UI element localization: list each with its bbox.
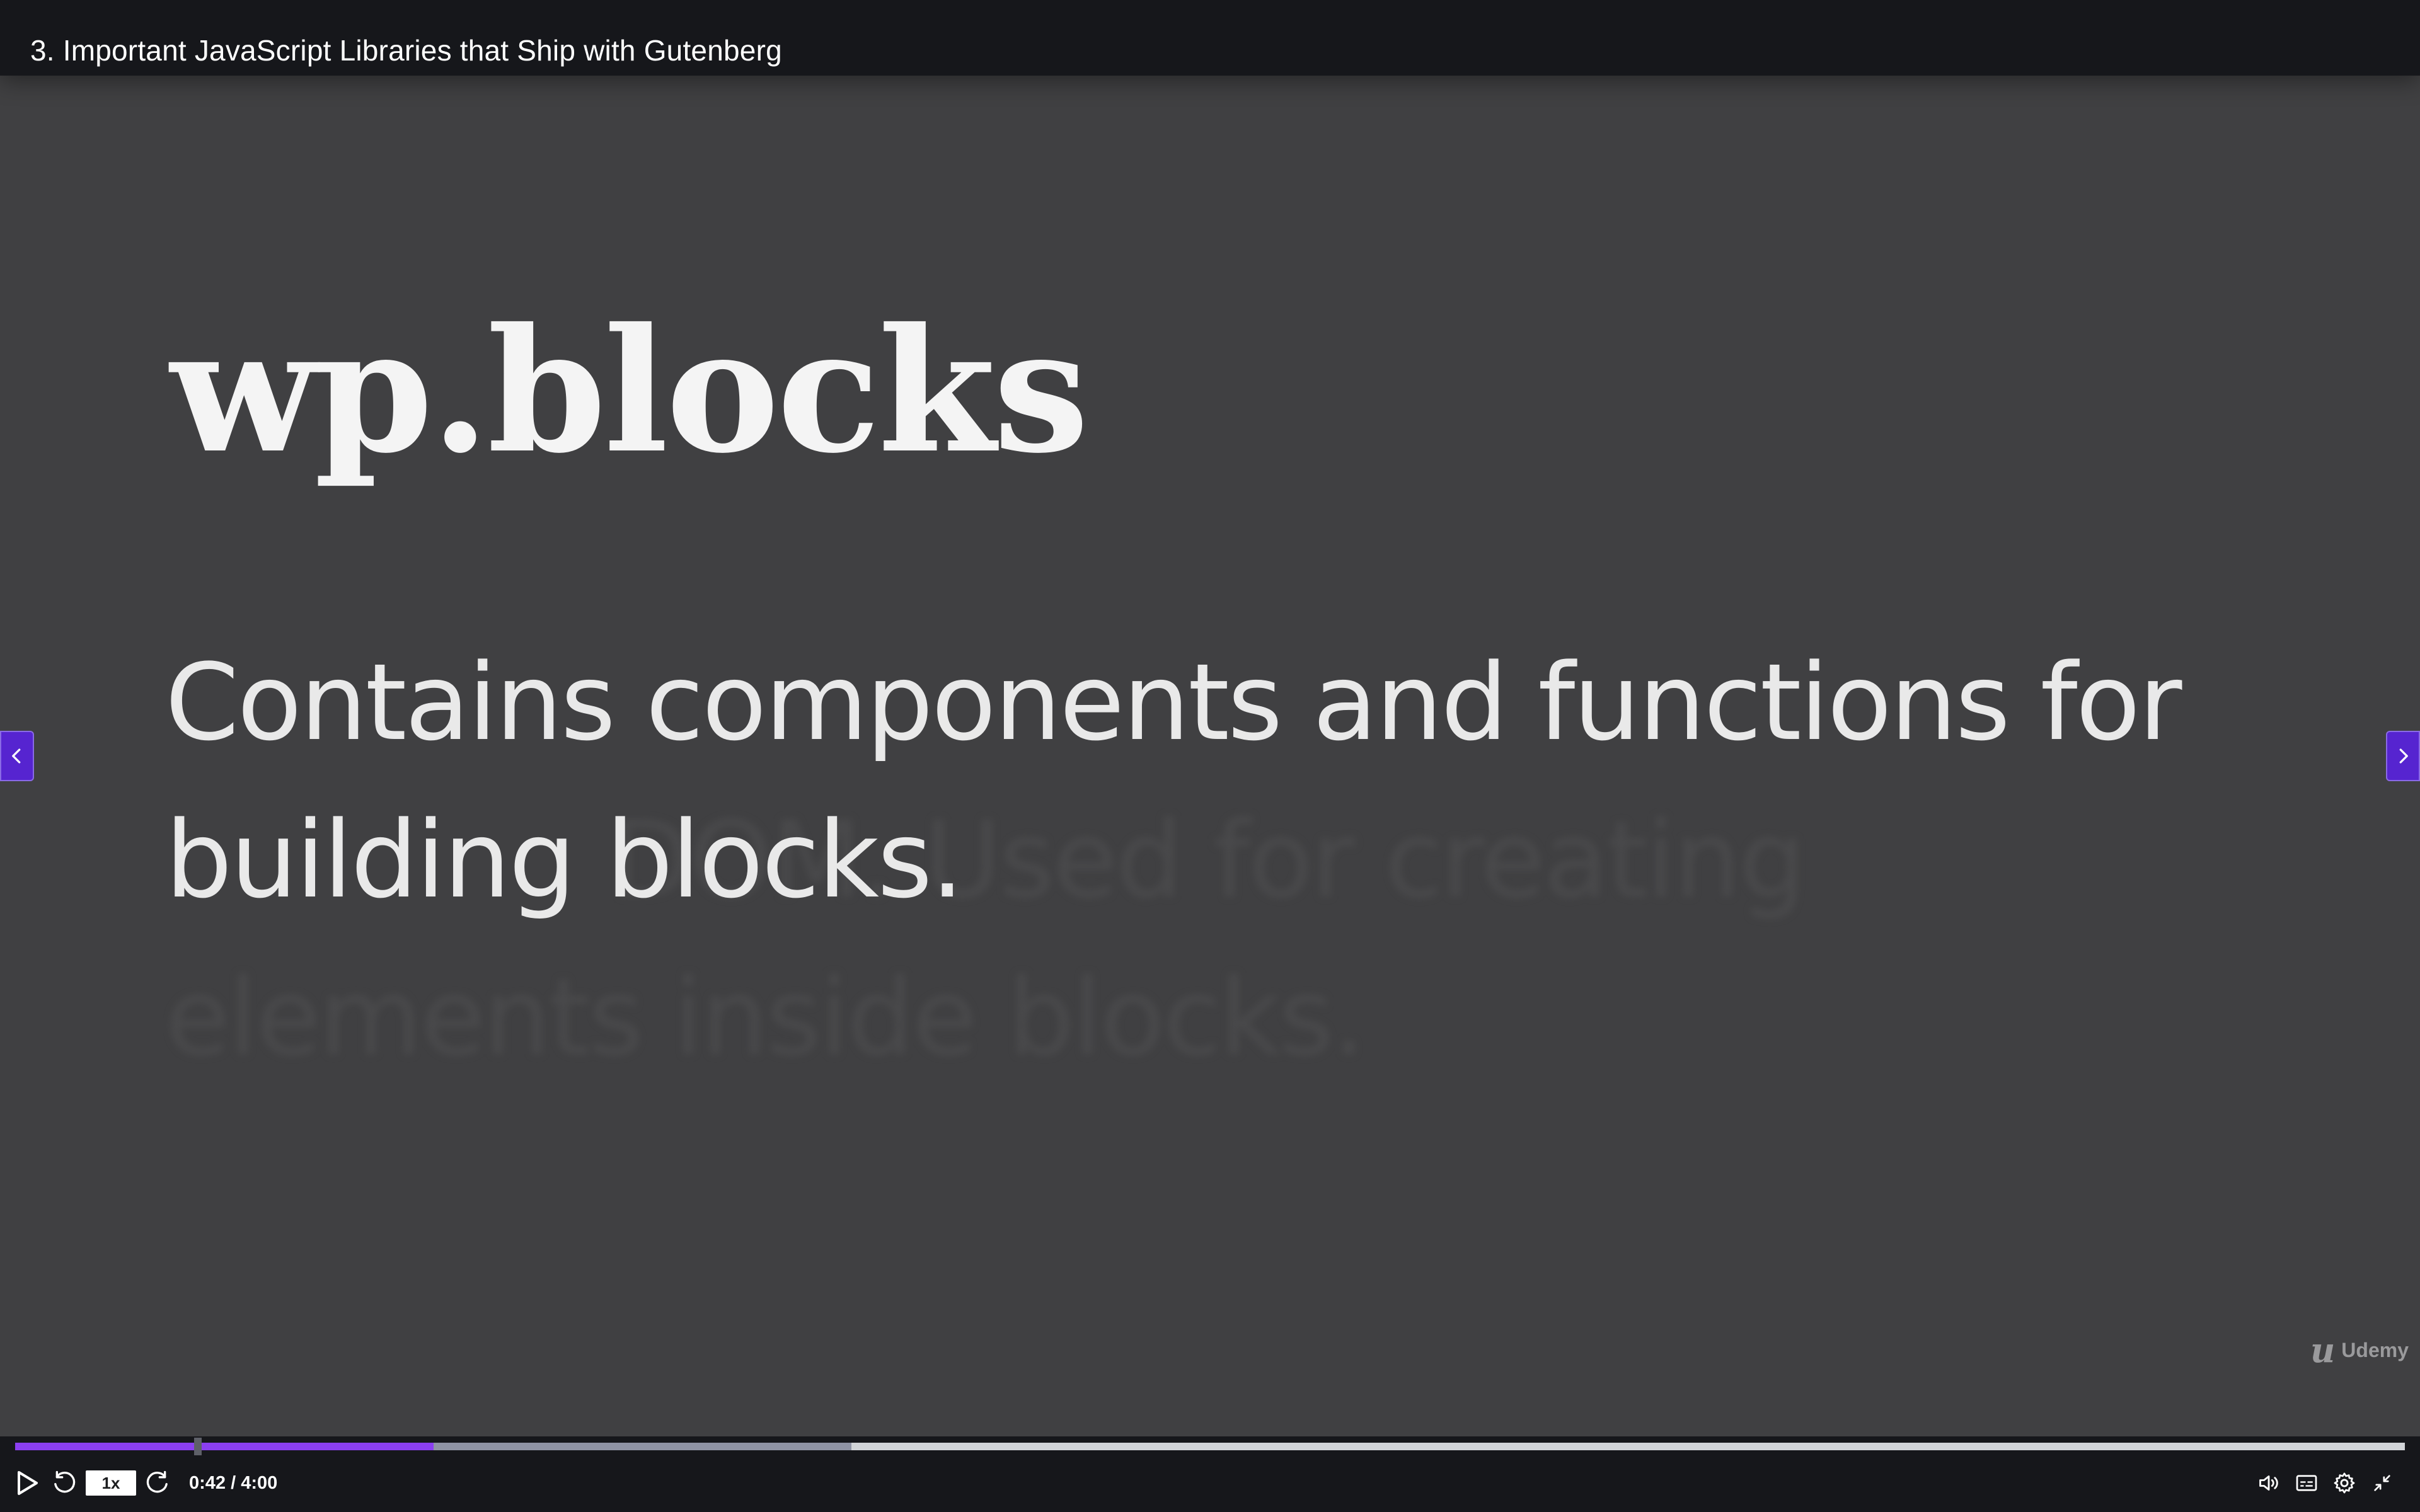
progress-bar[interactable] <box>15 1438 2405 1455</box>
duration: 4:00 <box>241 1472 278 1493</box>
slide-heading: wp.blocks <box>170 290 1089 491</box>
video-player[interactable]: 3. Important JavaScript Libraries that S… <box>0 0 2420 1512</box>
title-bar: 3. Important JavaScript Libraries that S… <box>0 0 2420 76</box>
volume-button[interactable] <box>2254 1468 2284 1498</box>
captions-icon <box>2296 1475 2317 1491</box>
time-display: 0:42 / 4:00 <box>189 1470 277 1496</box>
captions-button[interactable] <box>2291 1468 2322 1498</box>
volume-icon <box>2259 1475 2278 1491</box>
forward-5-icon <box>146 1470 168 1493</box>
exit-fullscreen-button[interactable] <box>2367 1468 2397 1498</box>
udemy-logo-icon: u <box>2310 1330 2336 1370</box>
progress-played <box>15 1443 434 1450</box>
rewind-5-icon <box>54 1470 76 1493</box>
lecture-title: 3. Important JavaScript Libraries that S… <box>30 34 782 67</box>
time-separator: / <box>226 1472 241 1493</box>
exit-fullscreen-icon <box>2374 1475 2390 1491</box>
video-frame[interactable]: wp.blocks DOM. Used for creating element… <box>0 76 2420 1436</box>
ghost-line-2: elements inside blocks. <box>165 956 1366 1079</box>
play-icon <box>18 1471 38 1495</box>
player-controls: 1x 0:42 / 4:00 <box>0 1460 2420 1504</box>
playback-speed-button[interactable]: 1x <box>86 1470 136 1496</box>
rewind-button[interactable] <box>49 1468 79 1498</box>
play-button[interactable] <box>13 1468 43 1498</box>
gear-icon <box>2334 1472 2355 1494</box>
watermark-text: Udemy <box>2341 1338 2409 1361</box>
chevron-left-icon <box>12 748 21 764</box>
progress-hover-marker[interactable] <box>194 1438 202 1455</box>
udemy-watermark: u Udemy <box>2310 1330 2409 1370</box>
next-lecture-button[interactable] <box>2386 731 2420 781</box>
forward-button[interactable] <box>142 1468 173 1498</box>
slide-body-text: Contains components and functions for bu… <box>165 641 2182 922</box>
current-time: 0:42 <box>189 1472 226 1493</box>
chevron-right-icon <box>2399 748 2408 764</box>
previous-lecture-button[interactable] <box>0 731 34 781</box>
settings-button[interactable] <box>2329 1468 2360 1498</box>
